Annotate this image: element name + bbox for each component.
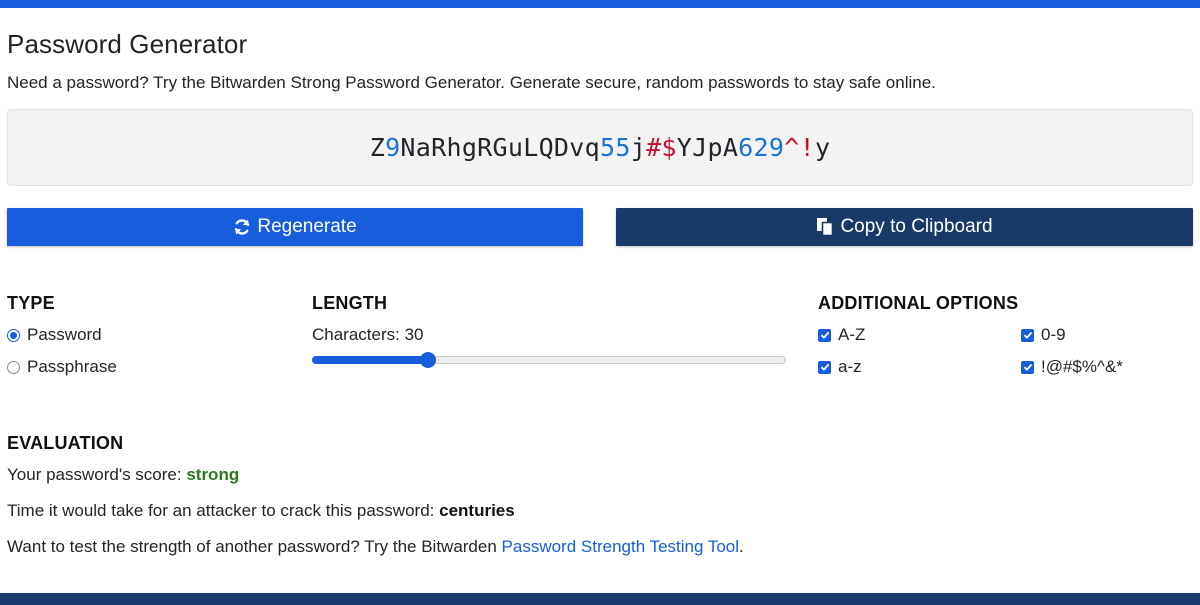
password-segment: Z xyxy=(369,133,386,162)
password-segment: YJpA xyxy=(676,133,739,162)
bottom-bar xyxy=(0,593,1200,605)
option-label: !@#$%^&* xyxy=(1041,357,1123,376)
password-radio[interactable] xyxy=(7,328,20,342)
score-value: strong xyxy=(186,465,240,484)
password-segment: 629 xyxy=(738,133,785,162)
uppercase-checkbox[interactable] xyxy=(818,328,831,342)
lowercase-checkbox[interactable] xyxy=(818,360,831,374)
crack-value: centuries xyxy=(439,501,515,520)
password-segment: y xyxy=(814,133,831,162)
option-uppercase[interactable]: A-Z xyxy=(818,325,865,345)
password-segment: 55 xyxy=(600,133,631,162)
regenerate-label: Regenerate xyxy=(257,216,357,237)
password-segment: #$ xyxy=(646,133,677,162)
score-prefix: Your password's score: xyxy=(7,465,187,484)
type-option-password[interactable]: Password xyxy=(7,325,102,345)
page-subtitle: Need a password? Try the Bitwarden Stron… xyxy=(7,73,936,92)
password-display: Z9NaRhgRGuLQDvq55j#$YJpA629^!y xyxy=(7,109,1193,186)
evaluation-heading: EVALUATION xyxy=(7,433,124,453)
password-segment: 9 xyxy=(385,133,401,162)
option-symbols[interactable]: !@#$%^&* xyxy=(1021,357,1123,377)
generated-password: Z9NaRhgRGuLQDvq55j#$YJpA629^!y xyxy=(370,133,831,162)
length-slider-fill xyxy=(312,356,428,364)
type-option-label: Password xyxy=(27,325,102,344)
numbers-checkbox[interactable] xyxy=(1021,328,1034,342)
option-lowercase[interactable]: a-z xyxy=(818,357,862,377)
strength-test-line: Want to test the strength of another pas… xyxy=(7,537,744,557)
copy-label: Copy to Clipboard xyxy=(840,216,993,237)
length-heading: LENGTH xyxy=(312,293,388,313)
length-characters-label: Characters: 30 xyxy=(312,325,424,344)
type-heading: TYPE xyxy=(7,293,55,313)
option-label: A-Z xyxy=(838,325,866,344)
strength-testing-tool-link[interactable]: Password Strength Testing Tool xyxy=(502,537,740,556)
password-segment: j xyxy=(630,133,647,162)
symbols-checkbox[interactable] xyxy=(1021,360,1034,374)
test-suffix: . xyxy=(739,537,744,556)
password-score-line: Your password's score: strong xyxy=(7,465,239,485)
type-option-passphrase[interactable]: Passphrase xyxy=(7,357,117,377)
copy-icon xyxy=(816,217,834,237)
password-segment: NaRhgRGuLQDvq xyxy=(400,133,600,162)
password-segment: ^! xyxy=(784,133,815,162)
copy-to-clipboard-button[interactable]: Copy to Clipboard xyxy=(616,208,1193,246)
page-title: Password Generator xyxy=(7,29,248,59)
crack-time-line: Time it would take for an attacker to cr… xyxy=(7,501,515,521)
passphrase-radio[interactable] xyxy=(7,360,20,374)
top-accent-bar xyxy=(0,0,1200,8)
option-numbers[interactable]: 0-9 xyxy=(1021,325,1066,345)
regenerate-button[interactable]: Regenerate xyxy=(7,208,583,246)
type-option-label: Passphrase xyxy=(27,357,117,376)
additional-options-heading: ADDITIONAL OPTIONS xyxy=(818,293,1019,313)
test-prefix: Want to test the strength of another pas… xyxy=(7,537,502,556)
option-label: a-z xyxy=(838,357,862,376)
refresh-icon xyxy=(233,218,251,236)
option-label: 0-9 xyxy=(1041,325,1066,344)
length-slider-thumb[interactable] xyxy=(420,352,436,368)
crack-prefix: Time it would take for an attacker to cr… xyxy=(7,501,440,520)
